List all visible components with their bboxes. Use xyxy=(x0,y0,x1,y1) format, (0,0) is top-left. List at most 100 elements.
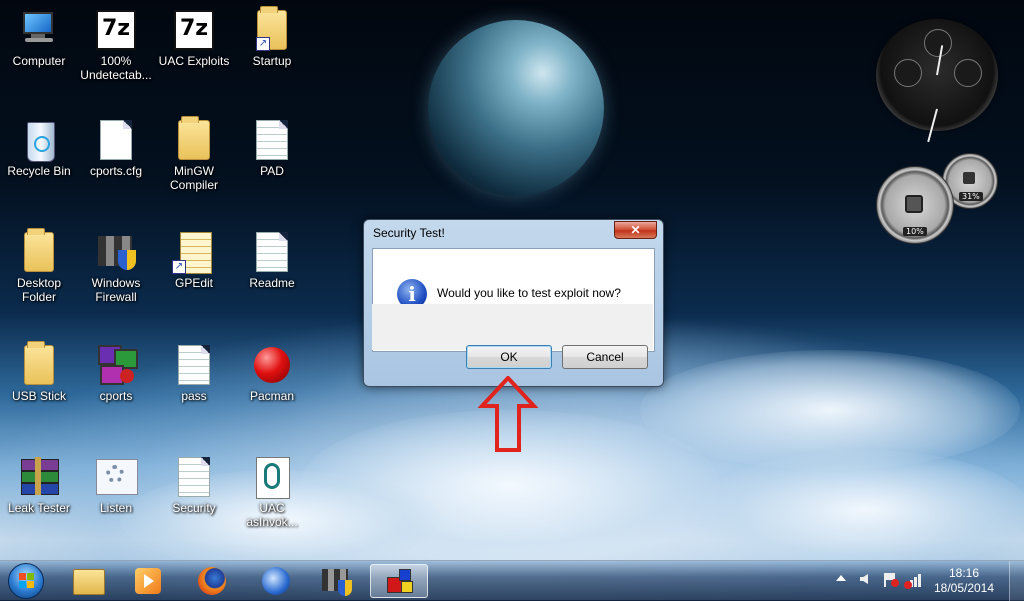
desktop-icon-mingw-compiler[interactable]: MinGW Compiler xyxy=(157,116,231,192)
taskbar-media-player-button[interactable] xyxy=(122,564,174,598)
taskbar-firefox-button[interactable] xyxy=(186,564,238,598)
ok-button[interactable]: OK xyxy=(466,345,552,369)
desktop-icon-leak-tester[interactable]: Leak Tester xyxy=(2,457,76,515)
folder-icon: ↗ xyxy=(256,6,287,51)
red-arrow-annotation xyxy=(478,376,538,452)
desktop-icon-label: 100% Undetectab... xyxy=(80,54,152,82)
cpu-chip-icon xyxy=(905,195,923,213)
text-file-icon xyxy=(178,457,210,497)
dialog-close-button[interactable]: ✕ xyxy=(614,221,657,239)
settings-gear-icon xyxy=(96,457,138,497)
desktop-icon-label: Desktop Folder xyxy=(16,276,62,304)
desktop-icon-label: UAC Exploits xyxy=(158,54,230,68)
clock-subdial xyxy=(954,59,982,87)
desktop-icon-startup[interactable]: ↗ Startup xyxy=(235,6,309,68)
ram-percent: 31% xyxy=(959,192,983,201)
desktop-icon-label: Pacman xyxy=(249,389,295,403)
desktop-icon-pacman[interactable]: Pacman xyxy=(235,345,309,403)
desktop-icon-pass[interactable]: pass xyxy=(157,345,231,403)
folder-library-icon xyxy=(73,569,105,595)
desktop-icon-label: GPEdit xyxy=(174,276,213,290)
windows-flag-icon xyxy=(19,573,35,589)
cancel-button[interactable]: Cancel xyxy=(562,345,648,369)
desktop-icon-uac-asinvoker[interactable]: UAC asInvok... xyxy=(235,457,309,529)
wallpaper-cloud xyxy=(700,450,1024,570)
app-cube-icon xyxy=(387,569,413,593)
dialog-button-bar xyxy=(372,304,653,350)
dialog-title: Security Test! xyxy=(373,226,445,240)
desktop-icon-gpedit[interactable]: ↗ GPEdit xyxy=(157,232,231,290)
red-ball-icon xyxy=(252,345,292,385)
desktop-icon-listen[interactable]: Listen xyxy=(79,457,153,515)
taskbar-firewall-button[interactable] xyxy=(310,564,362,598)
clock-time: 18:16 xyxy=(948,566,980,580)
dialog-message: Would you like to test exploit now? xyxy=(437,286,621,300)
media-player-icon xyxy=(135,568,161,594)
desktop-icon-readme[interactable]: Readme xyxy=(235,232,309,290)
desktop-icon-usb-stick[interactable]: USB Stick xyxy=(2,341,76,403)
script-file-icon xyxy=(252,457,292,499)
desktop-icon-label: Windows Firewall xyxy=(91,276,141,304)
desktop-icon-desktop-folder[interactable]: Desktop Folder xyxy=(2,228,76,304)
desktop-icon-security[interactable]: Security xyxy=(157,457,231,515)
desktop-icon-computer[interactable]: Computer xyxy=(2,10,76,68)
security-test-dialog: Security Test! ✕ i Would you like to tes… xyxy=(363,219,664,387)
show-hidden-icons-chevron-icon[interactable] xyxy=(836,575,846,581)
show-desktop-button[interactable] xyxy=(1009,561,1024,601)
desktop-icon-label: USB Stick xyxy=(11,389,66,403)
desktop-icon-100-undetectable[interactable]: 7z 100% Undetectab... xyxy=(79,10,153,82)
folder-icon xyxy=(24,341,54,385)
desktop-icon-label: cports.cfg xyxy=(89,164,143,178)
shortcut-arrow-icon: ↗ xyxy=(172,260,186,274)
desktop-icon-cports-cfg[interactable]: cports.cfg xyxy=(79,120,153,178)
folder-icon xyxy=(178,116,210,160)
info-glyph: i xyxy=(408,282,416,306)
desktop-icon-windows-firewall[interactable]: Windows Firewall xyxy=(79,232,153,304)
cports-network-icon xyxy=(96,345,138,385)
desktop-icon-pad[interactable]: PAD xyxy=(235,120,309,178)
desktop-icon-label: pass xyxy=(181,389,207,403)
desktop-icon-label: Startup xyxy=(252,54,292,68)
desktop-icon-uac-exploits[interactable]: 7z UAC Exploits xyxy=(157,10,231,68)
network-signal-icon[interactable] xyxy=(904,573,922,589)
shortcut-arrow-icon: ↗ xyxy=(256,37,270,51)
desktop-icon-cports[interactable]: cports xyxy=(79,345,153,403)
desktop-icon-label: UAC asInvok... xyxy=(246,501,298,529)
close-icon: ✕ xyxy=(630,223,641,237)
volume-icon[interactable] xyxy=(860,574,868,584)
desktop-icon-label: MinGW Compiler xyxy=(169,164,218,192)
gpedit-scroll-icon: ↗ xyxy=(172,232,214,274)
clock-gadget[interactable] xyxy=(876,19,998,143)
thunderbird-icon xyxy=(262,567,290,595)
desktop-icon-label: Readme xyxy=(249,276,295,290)
recycle-bin-icon xyxy=(19,120,59,162)
text-file-icon xyxy=(178,345,210,385)
folder-icon xyxy=(24,228,54,272)
desktop-icon-recycle-bin[interactable]: Recycle Bin xyxy=(2,120,76,178)
taskbar-security-test-button[interactable] xyxy=(370,564,428,598)
taskbar-explorer-button[interactable] xyxy=(62,564,114,598)
desktop-icon-label: Recycle Bin xyxy=(7,164,71,178)
7zip-icon: 7z xyxy=(174,10,214,50)
start-button[interactable] xyxy=(8,563,44,599)
clock-subdial xyxy=(894,59,922,87)
taskbar-thunderbird-button[interactable] xyxy=(250,564,302,598)
7zip-icon: 7z xyxy=(96,10,136,50)
cpu-percent: 10% xyxy=(903,227,927,236)
cpu-meter-gadget[interactable]: 10% xyxy=(876,166,954,244)
clock-subdial xyxy=(924,29,952,57)
computer-icon xyxy=(19,10,59,50)
taskbar-clock[interactable]: 18:16 18/05/2014 xyxy=(924,566,1004,596)
winrar-icon xyxy=(19,457,59,497)
desktop-icon-label: Security xyxy=(172,501,216,515)
desktop-icon-label: Computer xyxy=(12,54,66,68)
action-center-flag-icon[interactable] xyxy=(884,573,899,587)
firewall-shield-icon xyxy=(96,232,136,272)
taskbar: 18:16 18/05/2014 xyxy=(0,560,1024,601)
desktop-icon-label: PAD xyxy=(260,164,284,178)
desktop-icon-label: cports xyxy=(99,389,133,403)
desktop-icon-label: Listen xyxy=(99,501,133,515)
text-file-icon xyxy=(256,120,288,160)
clock-minute-hand xyxy=(927,108,938,143)
planet-wallpaper xyxy=(428,20,604,196)
